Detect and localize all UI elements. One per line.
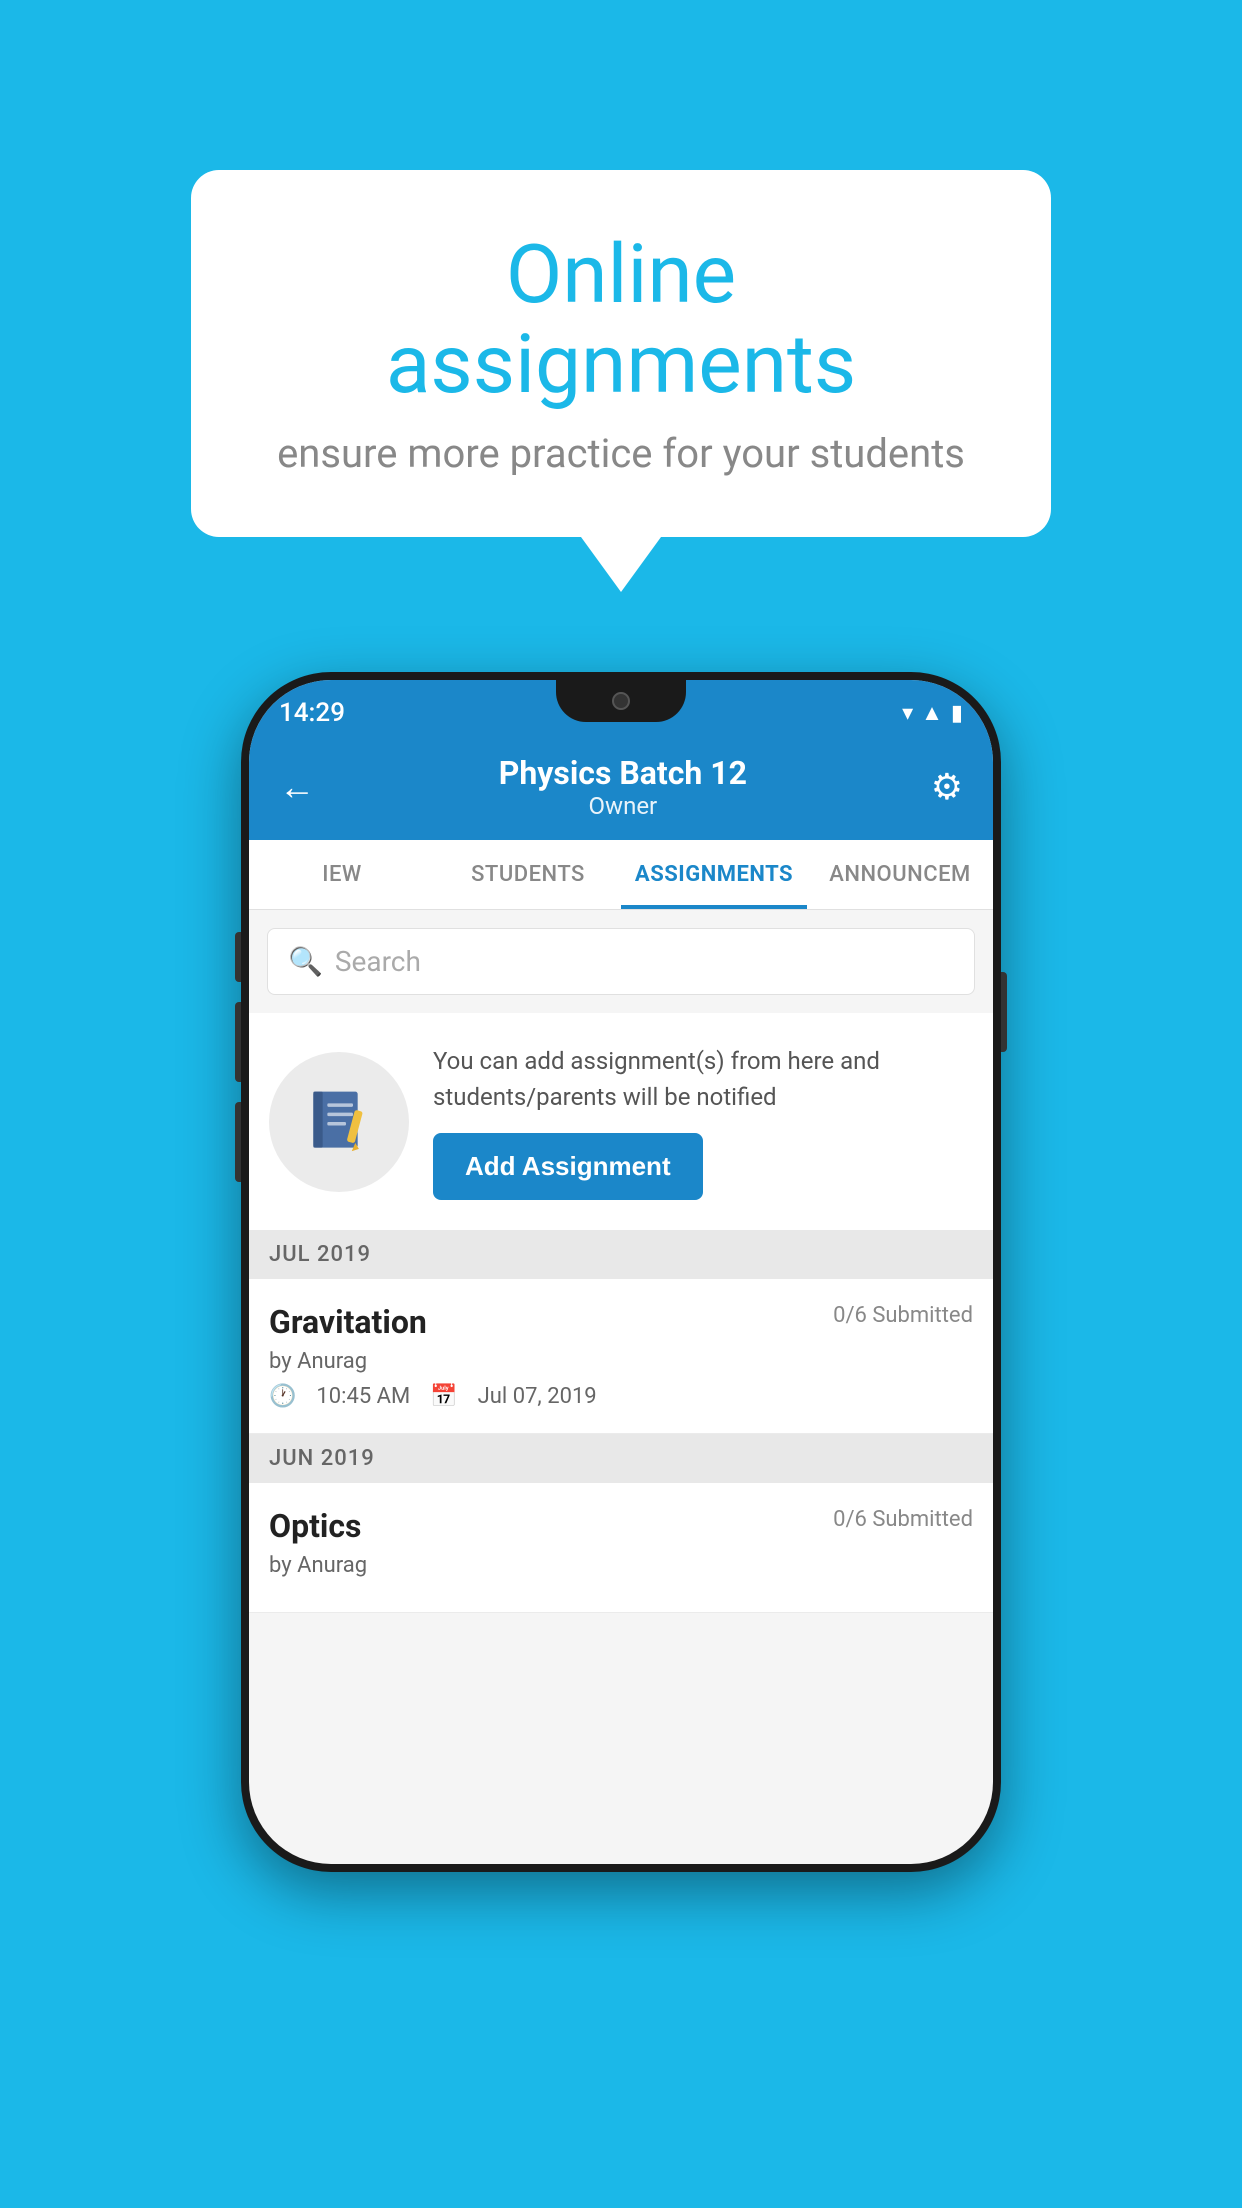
- tab-announcements[interactable]: ANNOUNCEM: [807, 840, 993, 909]
- add-assignment-button[interactable]: Add Assignment: [433, 1133, 703, 1200]
- assignment-item-gravitation[interactable]: Gravitation 0/6 Submitted by Anurag 🕐 10…: [249, 1279, 993, 1434]
- volume-down-button: [235, 1002, 241, 1082]
- phone-frame: 14:29 ▾ ▲ ▮ ← Physics Batch 12 Owner ⚙ I…: [241, 672, 1001, 1872]
- signal-icon: ▲: [921, 700, 943, 726]
- add-assignment-description: You can add assignment(s) from here and …: [433, 1043, 973, 1115]
- phone-mockup: 14:29 ▾ ▲ ▮ ← Physics Batch 12 Owner ⚙ I…: [241, 672, 1001, 1872]
- promo-card: Online assignments ensure more practice …: [191, 170, 1051, 592]
- silent-button: [235, 1102, 241, 1182]
- time-icon: 🕐: [269, 1384, 296, 1409]
- notebook-icon: [304, 1087, 374, 1157]
- phone-screen: 14:29 ▾ ▲ ▮ ← Physics Batch 12 Owner ⚙ I…: [249, 680, 993, 1864]
- tabs-bar: IEW STUDENTS ASSIGNMENTS ANNOUNCEM: [249, 840, 993, 910]
- assignment-name: Gravitation: [269, 1303, 427, 1341]
- submitted-badge-optics: 0/6 Submitted: [833, 1507, 973, 1532]
- batch-title: Physics Batch 12: [315, 754, 931, 792]
- power-button: [1001, 972, 1007, 1052]
- search-icon: 🔍: [288, 945, 323, 978]
- assignment-name-optics: Optics: [269, 1507, 361, 1545]
- assignment-item-top: Gravitation 0/6 Submitted: [269, 1303, 973, 1341]
- batch-role: Owner: [315, 792, 931, 820]
- tab-iew[interactable]: IEW: [249, 840, 435, 909]
- back-button[interactable]: ←: [279, 766, 315, 808]
- assignment-icon-circle: [269, 1052, 409, 1192]
- search-bar[interactable]: 🔍 Search: [267, 928, 975, 995]
- status-icons: ▾ ▲ ▮: [902, 700, 963, 726]
- submitted-badge: 0/6 Submitted: [833, 1303, 973, 1328]
- bubble-arrow: [581, 537, 661, 592]
- assignment-item-top-optics: Optics 0/6 Submitted: [269, 1507, 973, 1545]
- calendar-icon: 📅: [430, 1384, 457, 1409]
- phone-notch: [556, 680, 686, 722]
- add-assignment-text-block: You can add assignment(s) from here and …: [433, 1043, 973, 1200]
- assignment-item-optics[interactable]: Optics 0/6 Submitted by Anurag: [249, 1483, 993, 1613]
- search-placeholder: Search: [335, 945, 421, 978]
- assignment-date: Jul 07, 2019: [478, 1384, 597, 1409]
- tab-students[interactable]: STUDENTS: [435, 840, 621, 909]
- volume-up-button: [235, 932, 241, 982]
- promo-title: Online assignments: [261, 230, 981, 410]
- header-title-block: Physics Batch 12 Owner: [315, 754, 931, 820]
- assignment-meta-row: 🕐 10:45 AM 📅 Jul 07, 2019: [269, 1384, 973, 1409]
- wifi-icon: ▾: [902, 701, 913, 726]
- status-time: 14:29: [279, 698, 345, 728]
- add-assignment-card: You can add assignment(s) from here and …: [249, 1013, 993, 1230]
- promo-subtitle: ensure more practice for your students: [261, 430, 981, 477]
- tab-assignments[interactable]: ASSIGNMENTS: [621, 840, 807, 909]
- camera-dot: [612, 692, 630, 710]
- app-header: ← Physics Batch 12 Owner ⚙: [249, 736, 993, 840]
- settings-icon[interactable]: ⚙: [931, 766, 963, 808]
- speech-bubble: Online assignments ensure more practice …: [191, 170, 1051, 537]
- section-header-jun: JUN 2019: [249, 1434, 993, 1483]
- assignment-author-optics: by Anurag: [269, 1553, 973, 1578]
- battery-icon: ▮: [951, 701, 963, 726]
- assignment-author: by Anurag: [269, 1349, 973, 1374]
- section-header-jul: JUL 2019: [249, 1230, 993, 1279]
- assignment-time: 10:45 AM: [316, 1384, 410, 1409]
